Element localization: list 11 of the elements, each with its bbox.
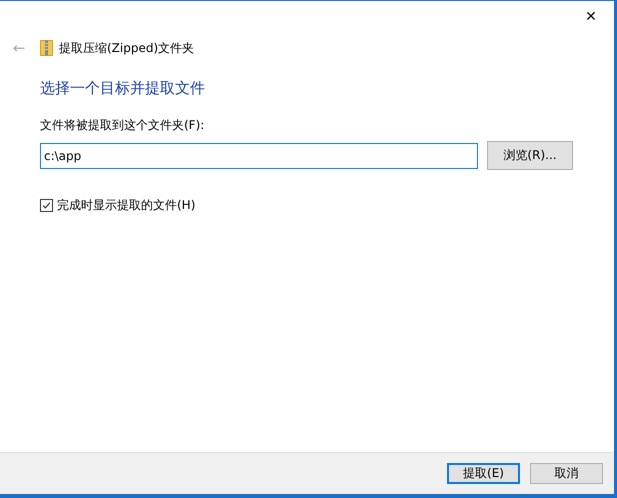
extract-button[interactable]: 提取(E)	[447, 463, 520, 484]
field-label: 文件将被提取到这个文件夹(F):	[40, 117, 206, 134]
destination-field[interactable]: c:\app	[40, 142, 478, 168]
checkbox[interactable]	[40, 199, 53, 212]
browse-button[interactable]: 浏览(R)...	[487, 141, 573, 170]
zipped-folder-icon	[40, 40, 53, 56]
close-button[interactable]: ✕	[568, 1, 614, 33]
checkbox-label: 完成时显示提取的文件(H)	[57, 197, 196, 214]
dialog-heading: 选择一个目标并提取文件	[40, 79, 206, 98]
window-title: 提取压缩(Zipped)文件夹	[59, 40, 194, 56]
cancel-button[interactable]: 取消	[530, 463, 603, 484]
